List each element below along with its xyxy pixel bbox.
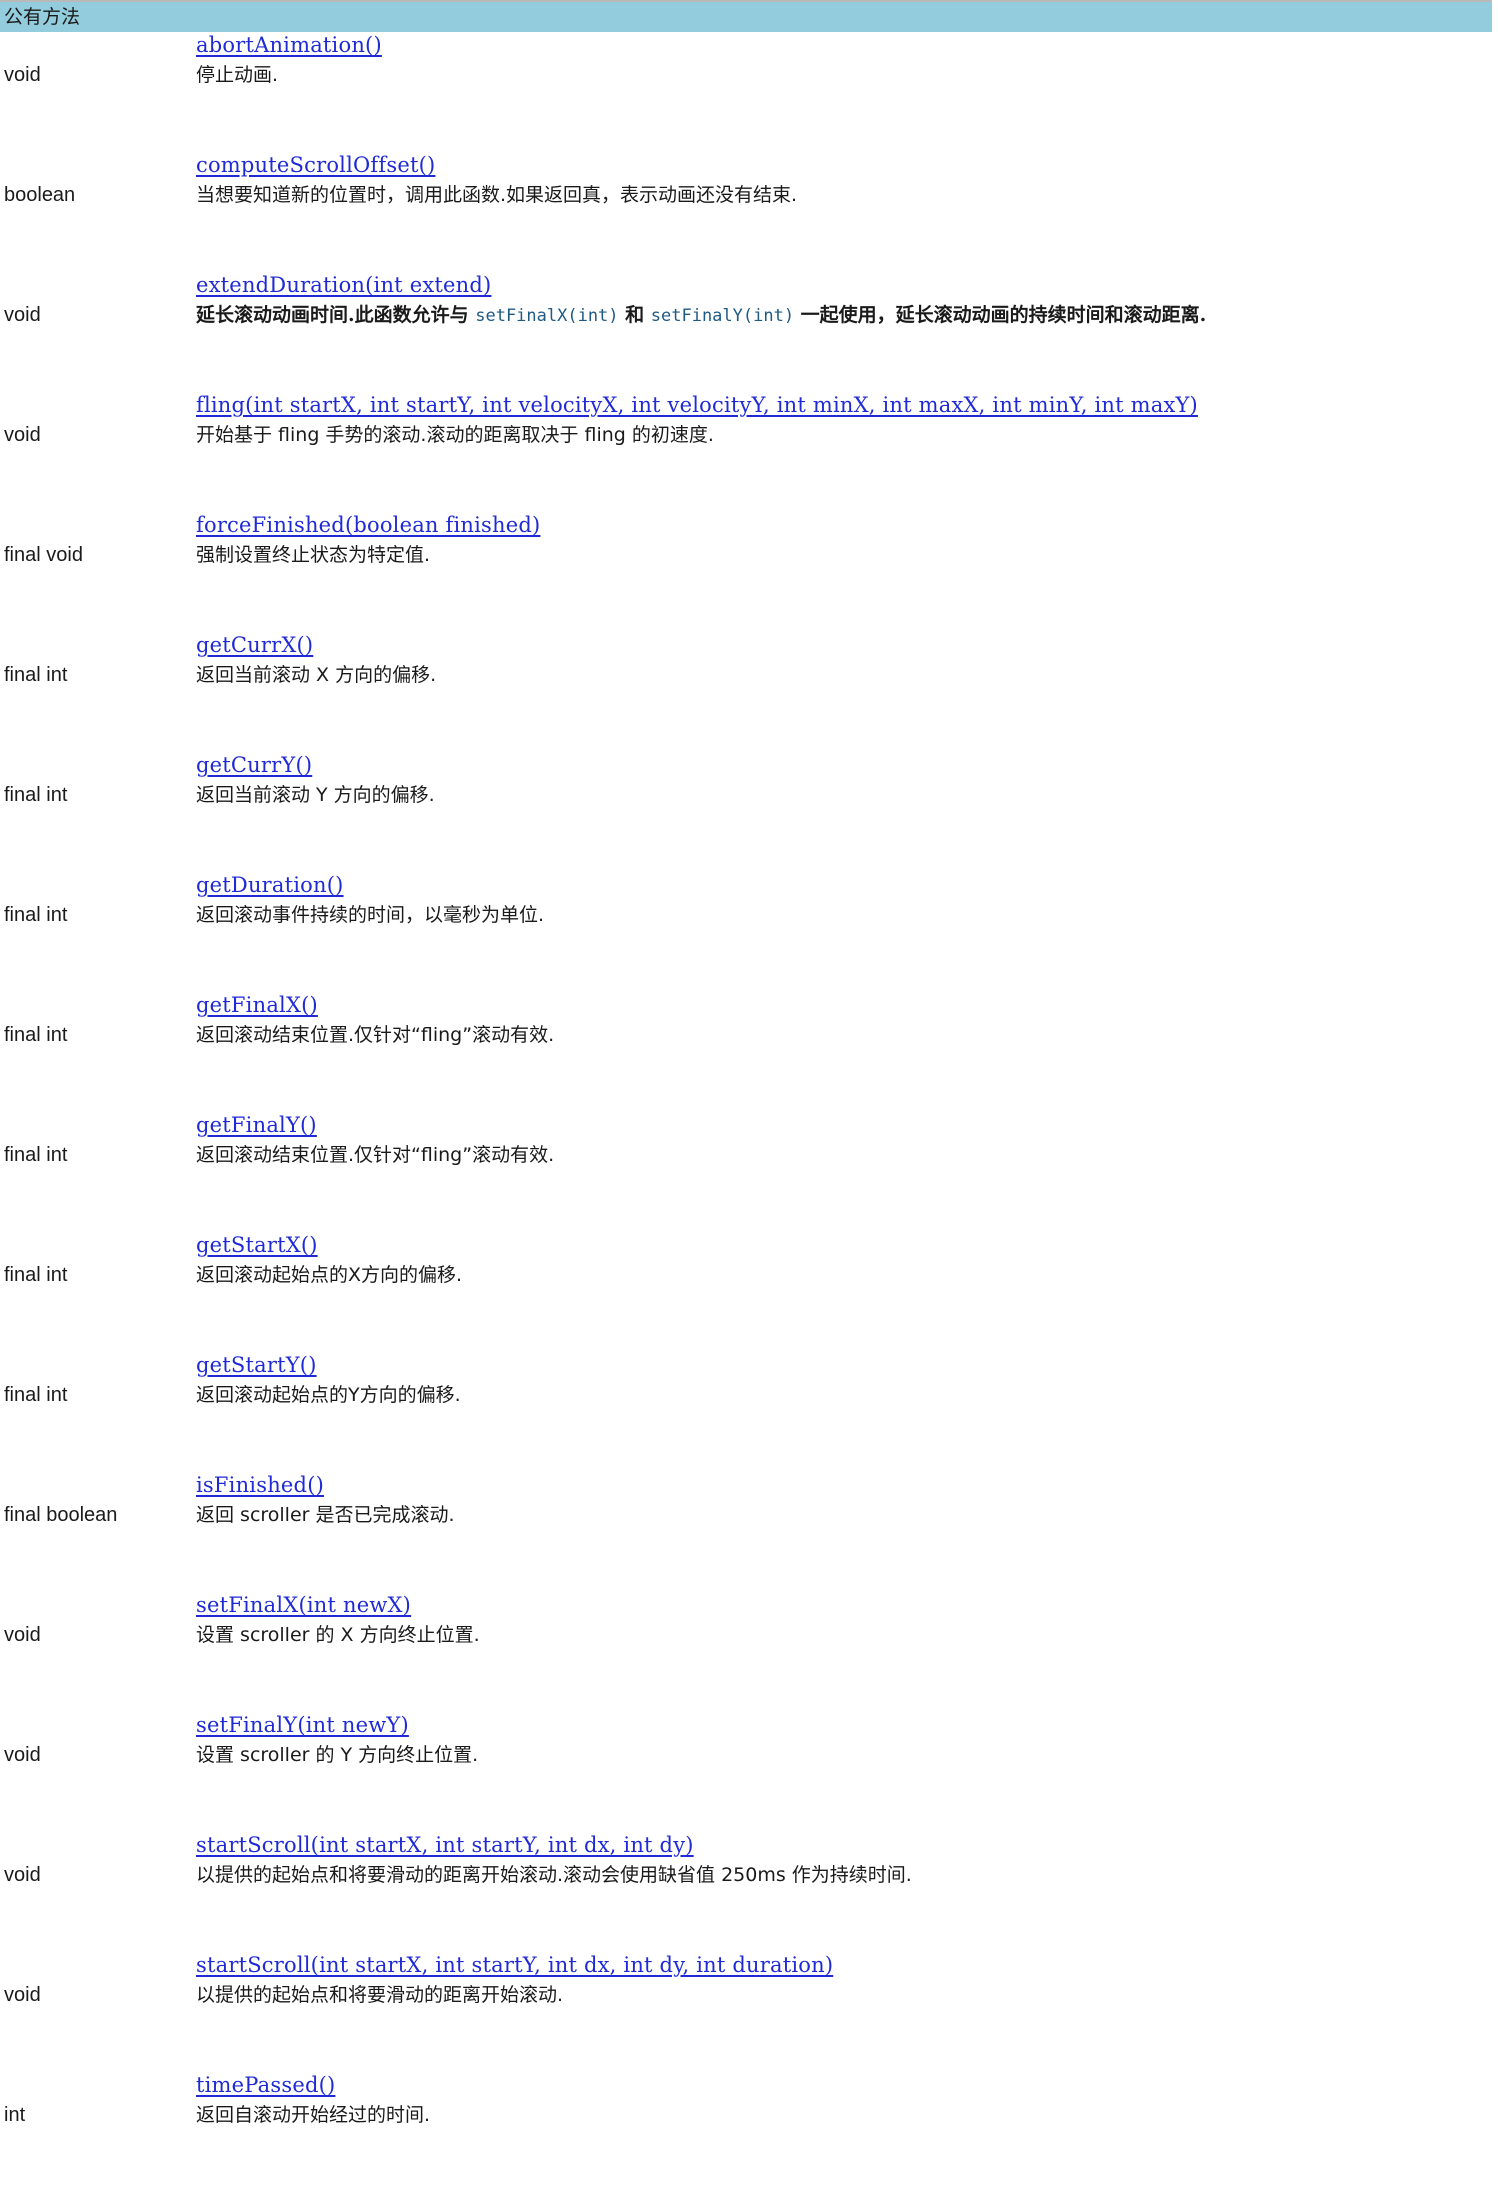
method-row: getCurrY() final int 返回当前滚动 Y 方向的偏移. xyxy=(0,750,1498,870)
method-row: startScroll(int startX, int startY, int … xyxy=(0,1950,1498,2070)
return-type: void xyxy=(4,1864,41,1886)
description-text: 和 xyxy=(618,304,651,326)
method-description: 返回滚动结束位置.仅针对“fling”滚动有效. xyxy=(196,1144,555,1166)
return-type: void xyxy=(4,1744,41,1766)
method-link[interactable]: fling(int startX, int startY, int veloci… xyxy=(196,393,1198,417)
description-text: 延长滚动动画时间.此函数允许与 xyxy=(196,304,476,326)
method-description: 延长滚动动画时间.此函数允许与 setFinalX(int) 和 setFina… xyxy=(196,300,1206,330)
method-row: getFinalY() final int 返回滚动结束位置.仅针对“fling… xyxy=(0,1110,1498,1230)
method-link[interactable]: isFinished() xyxy=(196,1473,324,1497)
method-description: 设置 scroller 的 Y 方向终止位置. xyxy=(196,1744,479,1766)
section-title: 公有方法 xyxy=(4,6,81,28)
method-link[interactable]: startScroll(int startX, int startY, int … xyxy=(196,1833,694,1857)
method-link[interactable]: getStartY() xyxy=(196,1353,317,1377)
method-description: 以提供的起始点和将要滑动的距离开始滚动.滚动会使用缺省值 250ms 作为持续时… xyxy=(196,1864,912,1886)
methods-table: abortAnimation() void 停止动画. computeScrol… xyxy=(0,30,1498,2190)
method-link[interactable]: getFinalY() xyxy=(196,1113,317,1137)
return-type: final void xyxy=(4,544,83,566)
method-row: setFinalY(int newY) void 设置 scroller 的 Y… xyxy=(0,1710,1498,1830)
return-type: final boolean xyxy=(4,1504,118,1526)
method-link[interactable]: extendDuration(int extend) xyxy=(196,273,491,297)
return-type: void xyxy=(4,64,41,86)
method-link[interactable]: getCurrX() xyxy=(196,633,313,657)
method-description: 返回 scroller 是否已完成滚动. xyxy=(196,1504,455,1526)
method-description: 返回滚动结束位置.仅针对“fling”滚动有效. xyxy=(196,1024,555,1046)
method-description: 停止动画. xyxy=(196,64,279,86)
return-type: int xyxy=(4,2104,26,2126)
method-row: forceFinished(boolean finished) final vo… xyxy=(0,510,1498,630)
return-type: void xyxy=(4,304,41,326)
method-row: setFinalX(int newX) void 设置 scroller 的 X… xyxy=(0,1590,1498,1710)
method-description: 返回自滚动开始经过的时间. xyxy=(196,2104,431,2126)
method-row: computeScrollOffset() boolean 当想要知道新的位置时… xyxy=(0,150,1498,270)
method-link[interactable]: getCurrY() xyxy=(196,753,312,777)
method-description: 返回当前滚动 Y 方向的偏移. xyxy=(196,784,435,806)
method-row: timePassed() int 返回自滚动开始经过的时间. xyxy=(0,2070,1498,2190)
method-row: startScroll(int startX, int startY, int … xyxy=(0,1830,1498,1950)
code-reference: setFinalY(int) xyxy=(650,306,795,326)
code-reference: setFinalX(int) xyxy=(475,306,619,326)
method-description: 开始基于 fling 手势的滚动.滚动的距离取决于 fling 的初速度. xyxy=(196,424,714,446)
method-row: getCurrX() final int 返回当前滚动 X 方向的偏移. xyxy=(0,630,1498,750)
method-link[interactable]: getStartX() xyxy=(196,1233,318,1257)
method-link[interactable]: getDuration() xyxy=(196,873,344,897)
method-description: 当想要知道新的位置时，调用此函数.如果返回真，表示动画还没有结束. xyxy=(196,184,798,206)
method-row: extendDuration(int extend) void 延长滚动动画时间… xyxy=(0,270,1498,390)
method-row: fling(int startX, int startY, int veloci… xyxy=(0,390,1498,510)
method-description: 以提供的起始点和将要滑动的距离开始滚动. xyxy=(196,1984,564,2006)
method-link[interactable]: timePassed() xyxy=(196,2073,335,2097)
section-header: 公有方法 xyxy=(0,0,1492,32)
description-text: 一起使用，延长滚动动画的持续时间和滚动距离. xyxy=(794,304,1207,326)
return-type: final int xyxy=(4,1144,68,1166)
method-link[interactable]: abortAnimation() xyxy=(196,33,382,57)
method-description: 返回滚动起始点的Y方向的偏移. xyxy=(196,1384,461,1406)
method-link[interactable]: computeScrollOffset() xyxy=(196,153,435,177)
method-row: getStartX() final int 返回滚动起始点的X方向的偏移. xyxy=(0,1230,1498,1350)
return-type: void xyxy=(4,1984,41,2006)
method-link[interactable]: forceFinished(boolean finished) xyxy=(196,513,540,537)
method-description: 返回滚动起始点的X方向的偏移. xyxy=(196,1264,463,1286)
method-description: 返回当前滚动 X 方向的偏移. xyxy=(196,664,437,686)
return-type: final int xyxy=(4,664,68,686)
return-type: void xyxy=(4,1624,41,1646)
return-type: final int xyxy=(4,1264,68,1286)
method-description: 强制设置终止状态为特定值. xyxy=(196,544,431,566)
method-row: getStartY() final int 返回滚动起始点的Y方向的偏移. xyxy=(0,1350,1498,1470)
return-type: void xyxy=(4,424,41,446)
method-description: 设置 scroller 的 X 方向终止位置. xyxy=(196,1624,480,1646)
return-type: final int xyxy=(4,784,68,806)
method-row: getFinalX() final int 返回滚动结束位置.仅针对“fling… xyxy=(0,990,1498,1110)
method-row: abortAnimation() void 停止动画. xyxy=(0,30,1498,150)
method-description: 返回滚动事件持续的时间，以毫秒为单位. xyxy=(196,904,545,926)
method-link[interactable]: startScroll(int startX, int startY, int … xyxy=(196,1953,833,1977)
method-link[interactable]: getFinalX() xyxy=(196,993,318,1017)
method-link[interactable]: setFinalX(int newX) xyxy=(196,1593,411,1617)
method-row: getDuration() final int 返回滚动事件持续的时间，以毫秒为… xyxy=(0,870,1498,990)
method-row: isFinished() final boolean 返回 scroller 是… xyxy=(0,1470,1498,1590)
return-type: boolean xyxy=(4,184,76,206)
return-type: final int xyxy=(4,904,68,926)
return-type: final int xyxy=(4,1024,68,1046)
return-type: final int xyxy=(4,1384,68,1406)
method-link[interactable]: setFinalY(int newY) xyxy=(196,1713,409,1737)
